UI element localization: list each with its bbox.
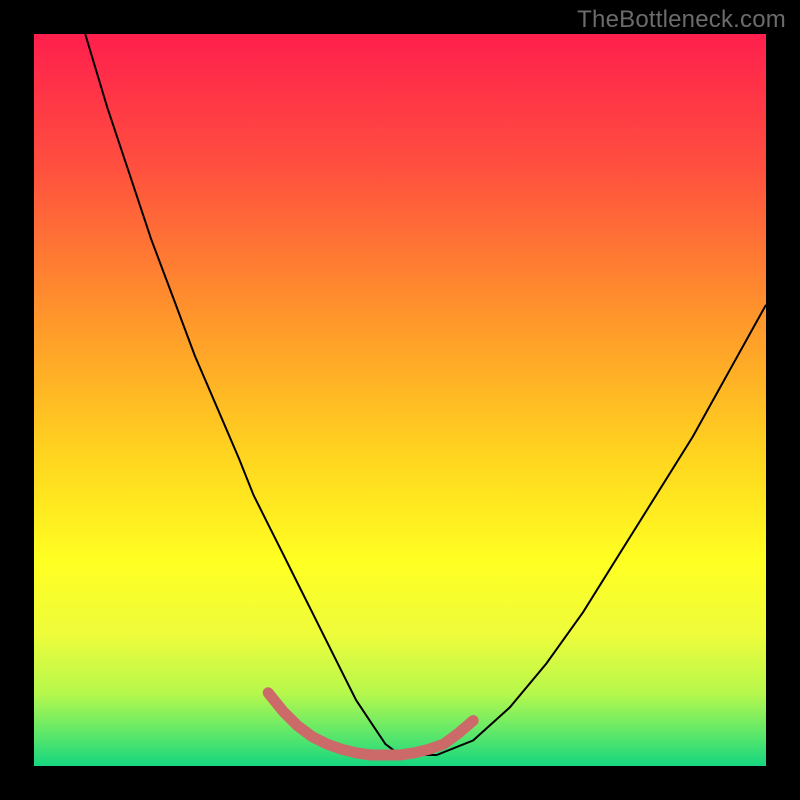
chart-frame: TheBottleneck.com — [0, 0, 800, 800]
watermark-text: TheBottleneck.com — [577, 6, 786, 34]
chart-svg — [34, 34, 766, 766]
gradient-background — [34, 34, 766, 766]
plot-area — [34, 34, 766, 766]
